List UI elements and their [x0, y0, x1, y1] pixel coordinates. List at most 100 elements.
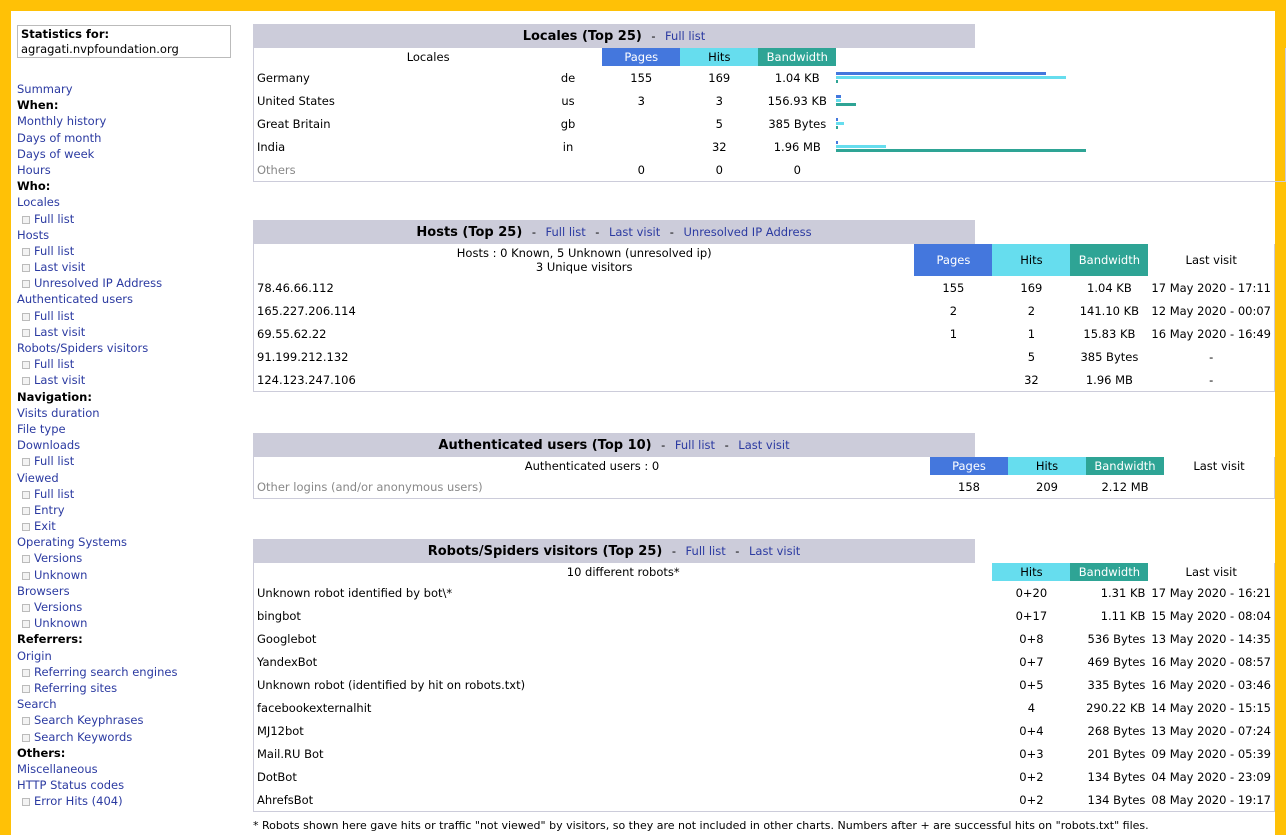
sidebar-item-full-list[interactable]: Full list [17, 308, 236, 324]
locales-title: Locales (Top 25) [522, 29, 642, 44]
sidebar-item-downloads[interactable]: Downloads [17, 437, 236, 453]
robots-last-visit-link[interactable]: Last visit [749, 544, 800, 558]
hosts-last-visit-link[interactable]: Last visit [609, 225, 660, 239]
locale-bandwidth: 156.93 KB [767, 93, 827, 108]
sidebar-item-unknown[interactable]: Unknown [17, 567, 236, 583]
auth-full-list-link[interactable]: Full list [675, 438, 715, 452]
sidebar-item-days-of-month[interactable]: Days of month [17, 130, 236, 146]
expand-box-icon [22, 458, 30, 467]
sidebar-item-entry[interactable]: Entry [17, 502, 236, 518]
robot-bandwidth: 134 Bytes [1087, 769, 1146, 784]
graph-bar [836, 72, 1047, 75]
graph-bar [836, 103, 857, 106]
sidebar-item-search[interactable]: Search [17, 696, 236, 712]
sidebar-item-last-visit[interactable]: Last visit [17, 324, 236, 340]
locale-graph [836, 66, 1285, 89]
hosts-section: Hosts (Top 25) - Full list - Last visit … [253, 220, 1275, 392]
robots-title: Robots/Spiders visitors (Top 25) [427, 544, 663, 559]
sidebar-item-full-list[interactable]: Full list [17, 356, 236, 372]
robot-name: AhrefsBot [257, 792, 314, 807]
sidebar-item-exit[interactable]: Exit [17, 518, 236, 534]
robot-bandwidth: 134 Bytes [1087, 792, 1146, 807]
sidebar-item-monthly-history[interactable]: Monthly history [17, 113, 236, 129]
robot-last-visit: 09 May 2020 - 05:39 [1151, 746, 1271, 761]
robot-hits: 0+20 [1015, 585, 1048, 600]
host-last-visit: 12 May 2020 - 00:07 [1151, 303, 1271, 318]
graph-bar [836, 95, 842, 98]
auth-section: Authenticated users (Top 10) - Full list… [253, 433, 1275, 499]
hosts-unresolved-link[interactable]: Unresolved IP Address [683, 225, 811, 239]
sidebar-item-viewed[interactable]: Viewed [17, 470, 236, 486]
sidebar-item-versions[interactable]: Versions [17, 599, 236, 615]
sidebar-item-http-status-codes[interactable]: HTTP Status codes [17, 777, 236, 793]
auth-last-visit-link[interactable]: Last visit [738, 438, 789, 452]
locales-full-list-link[interactable]: Full list [665, 29, 705, 43]
robots-full-list-link[interactable]: Full list [686, 544, 726, 558]
expand-box-icon [22, 264, 30, 273]
sidebar-item-versions[interactable]: Versions [17, 550, 236, 566]
hosts-summary-line2: 3 Unique visitors [535, 260, 633, 274]
sidebar-item-miscellaneous[interactable]: Miscellaneous [17, 761, 236, 777]
hosts-full-list-link[interactable]: Full list [546, 225, 586, 239]
table-row: 91.199.212.132 5 385 Bytes - [254, 345, 1275, 368]
auth-title: Authenticated users (Top 10) [438, 438, 652, 453]
sidebar-item-full-list[interactable]: Full list [17, 211, 236, 227]
sidebar-item-hosts[interactable]: Hosts [17, 227, 236, 243]
sidebar-item-label: Versions [34, 551, 83, 566]
sidebar-item-authenticated-users[interactable]: Authenticated users [17, 291, 236, 307]
locale-bandwidth: 1.96 MB [773, 139, 821, 154]
robot-hits: 0+3 [1019, 746, 1044, 761]
sidebar-item-label: File type [17, 421, 66, 436]
robot-hits: 0+4 [1019, 723, 1044, 738]
sidebar-item-search-keyphrases[interactable]: Search Keyphrases [17, 712, 236, 728]
pages-header: Pages [602, 48, 681, 66]
sidebar-item-referring-sites[interactable]: Referring sites [17, 680, 236, 696]
sidebar-item-unknown[interactable]: Unknown [17, 615, 236, 631]
locale-hits: 169 [708, 70, 731, 85]
sidebar-item-last-visit[interactable]: Last visit [17, 259, 236, 275]
sidebar-item-referring-search-engines[interactable]: Referring search engines [17, 664, 236, 680]
statistics-box: Statistics for: agragati.nvpfoundation.o… [17, 25, 231, 58]
sidebar-item-summary[interactable]: Summary [17, 81, 236, 97]
host-last-visit: 16 May 2020 - 16:49 [1151, 326, 1271, 341]
title-separator: - [661, 438, 666, 452]
locale-name: India [257, 139, 286, 154]
sidebar-item-origin[interactable]: Origin [17, 648, 236, 664]
sidebar-item-label: Navigation: [17, 389, 92, 404]
sidebar-item-full-list[interactable]: Full list [17, 453, 236, 469]
expand-box-icon [22, 604, 30, 612]
sidebar-item-referrers: Referrers: [17, 631, 236, 647]
sidebar-item-label: Operating Systems [17, 535, 128, 550]
sidebar-item-hours[interactable]: Hours [17, 162, 236, 178]
sidebar-item-days-of-week[interactable]: Days of week [17, 146, 236, 162]
expand-box-icon [22, 215, 30, 224]
sidebar-item-error-hits-404[interactable]: Error Hits (404) [17, 793, 236, 809]
sidebar-item-full-list[interactable]: Full list [17, 243, 236, 259]
title-separator: - [651, 29, 656, 43]
table-row: 165.227.206.114 2 2 141.10 KB 12 May 2020 - … [254, 299, 1275, 322]
expand-box-icon [22, 620, 30, 629]
locale-graph [836, 112, 1285, 135]
last-visit-header: Last visit [1185, 565, 1237, 579]
sidebar-item-operating-systems[interactable]: Operating Systems [17, 534, 236, 550]
sidebar-item-last-visit[interactable]: Last visit [17, 372, 236, 388]
sidebar-item-browsers[interactable]: Browsers [17, 583, 236, 599]
auth-hits: 209 [1036, 479, 1058, 494]
sidebar-item-label: Downloads [17, 438, 81, 453]
sidebar-item-file-type[interactable]: File type [17, 421, 236, 437]
sidebar-item-label: Referring search engines [34, 664, 178, 679]
sidebar-item-locales[interactable]: Locales [17, 194, 236, 210]
host-bandwidth: 1.96 MB [1085, 372, 1133, 387]
robot-bandwidth: 1.31 KB [1100, 585, 1146, 600]
sidebar-item-search-keywords[interactable]: Search Keywords [17, 729, 236, 745]
robot-hits: 4 [1027, 700, 1036, 715]
sidebar-item-full-list[interactable]: Full list [17, 486, 236, 502]
sidebar-item-label: Entry [34, 502, 65, 517]
sidebar-item-robots-spiders-visitors[interactable]: Robots/Spiders visitors [17, 340, 236, 356]
sidebar-item-visits-duration[interactable]: Visits duration [17, 405, 236, 421]
expand-box-icon [22, 733, 30, 742]
expand-box-icon [22, 247, 30, 256]
locale-bandwidth: 1.04 KB [774, 70, 820, 85]
sidebar-item-unresolved-ip-address[interactable]: Unresolved IP Address [17, 275, 236, 291]
host-address: 78.46.66.112 [257, 280, 334, 295]
